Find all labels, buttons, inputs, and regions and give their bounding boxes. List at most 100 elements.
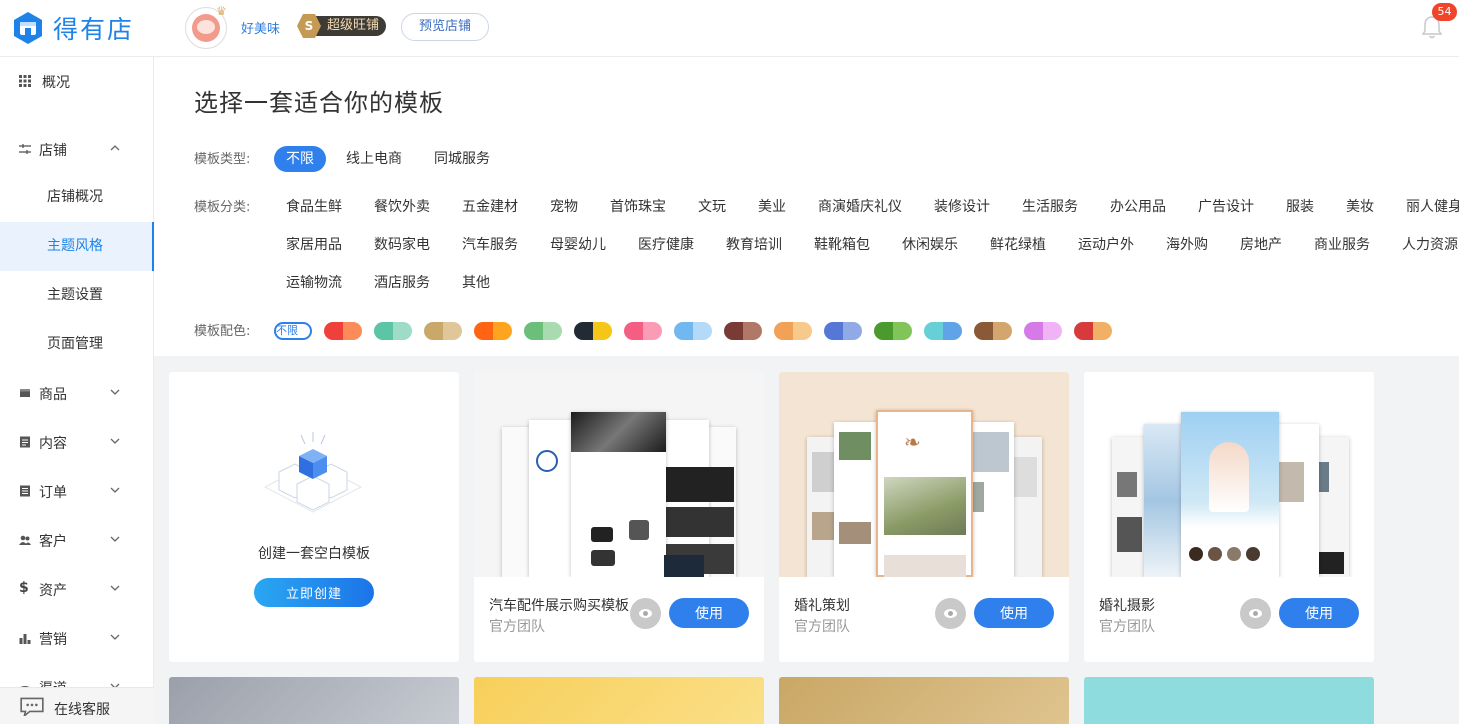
category-chip[interactable]: 商演婚庆礼仪 xyxy=(818,196,902,216)
color-filter-label: 模板配色: xyxy=(194,324,251,339)
sidebar-item-assets[interactable]: $ 资产 xyxy=(0,565,154,614)
sidebar-item-label: 店铺 xyxy=(39,142,67,159)
color-swatch[interactable] xyxy=(624,322,662,340)
category-chip[interactable]: 美妆 xyxy=(1346,196,1374,216)
sidebar-subitem-page-management[interactable]: 页面管理 xyxy=(0,320,154,369)
category-chip[interactable]: 办公用品 xyxy=(1110,196,1166,216)
category-chip[interactable]: 五金建材 xyxy=(462,196,518,216)
color-swatch[interactable] xyxy=(524,322,562,340)
category-chip[interactable]: 汽车服务 xyxy=(462,234,518,254)
template-preview-image[interactable] xyxy=(474,372,764,577)
category-chip[interactable]: 休闲娱乐 xyxy=(902,234,958,254)
category-chip[interactable]: 文玩 xyxy=(698,196,726,216)
grid-icon xyxy=(19,75,31,87)
box-icon xyxy=(20,389,30,397)
category-chip[interactable]: 其他 xyxy=(462,272,490,292)
sidebar: 概况 店铺 店铺概况 主题风格 主题设置 页面管理 商品 内容 订单 客户 $ … xyxy=(0,57,154,724)
type-chip-all[interactable]: 不限 xyxy=(274,146,326,172)
color-swatch[interactable] xyxy=(974,322,1012,340)
shop-level-badge: S 超级旺铺 xyxy=(297,14,387,38)
use-template-button[interactable]: 使用 xyxy=(1279,598,1359,628)
category-chip[interactable]: 装修设计 xyxy=(934,196,990,216)
document-icon xyxy=(20,436,30,448)
template-author: 官方团队 xyxy=(489,619,545,635)
sidebar-item-overview[interactable]: 概况 xyxy=(0,57,154,106)
sidebar-subitem-store-overview[interactable]: 店铺概况 xyxy=(0,173,154,222)
category-chip[interactable]: 丽人健身 xyxy=(1406,196,1459,216)
sidebar-item-label: 营销 xyxy=(39,631,67,648)
category-chip[interactable]: 教育培训 xyxy=(726,234,782,254)
sidebar-item-content[interactable]: 内容 xyxy=(0,418,154,467)
color-swatch[interactable] xyxy=(724,322,762,340)
category-chip[interactable]: 餐饮外卖 xyxy=(374,196,430,216)
category-chip[interactable]: 母婴幼儿 xyxy=(550,234,606,254)
category-chip[interactable]: 医疗健康 xyxy=(638,234,694,254)
category-chip[interactable]: 食品生鲜 xyxy=(286,196,342,216)
sidebar-item-customers[interactable]: 客户 xyxy=(0,516,154,565)
chevron-down-icon xyxy=(110,585,120,591)
category-chip[interactable]: 运输物流 xyxy=(286,272,342,292)
sidebar-subitem-theme-settings[interactable]: 主题设置 xyxy=(0,271,154,320)
category-chip[interactable]: 服装 xyxy=(1286,196,1314,216)
category-chip[interactable]: 美业 xyxy=(758,196,786,216)
use-template-button[interactable]: 使用 xyxy=(974,598,1054,628)
template-card-row2-4[interactable] xyxy=(1084,677,1374,724)
color-swatch[interactable] xyxy=(474,322,512,340)
category-chip[interactable]: 房地产 xyxy=(1240,234,1282,254)
color-swatch[interactable] xyxy=(824,322,862,340)
app-logo[interactable]: 得有店 xyxy=(12,10,134,46)
category-chip[interactable]: 数码家电 xyxy=(374,234,430,254)
color-chip-none[interactable]: 不限 xyxy=(274,322,312,340)
sidebar-item-store[interactable]: 店铺 xyxy=(0,125,154,174)
category-chip[interactable]: 商业服务 xyxy=(1314,234,1370,254)
dollar-icon: $ xyxy=(19,580,29,596)
sidebar-item-marketing[interactable]: 营销 xyxy=(0,614,154,663)
preview-eye-icon[interactable] xyxy=(630,598,661,629)
sidebar-item-goods[interactable]: 商品 xyxy=(0,369,154,418)
template-preview-image[interactable] xyxy=(1084,372,1374,577)
template-card-row2-1[interactable] xyxy=(169,677,459,724)
shop-name[interactable]: 好美味 xyxy=(241,18,280,37)
create-now-button[interactable]: 立即创建 xyxy=(254,578,374,607)
category-chip[interactable]: 酒店服务 xyxy=(374,272,430,292)
crown-icon: ♛ xyxy=(216,4,227,18)
page-title: 选择一套适合你的模板 xyxy=(194,89,444,117)
category-chip[interactable]: 生活服务 xyxy=(1022,196,1078,216)
color-swatch[interactable] xyxy=(674,322,712,340)
color-swatch[interactable] xyxy=(1024,322,1062,340)
template-card-row2-3[interactable] xyxy=(779,677,1069,724)
color-swatch[interactable] xyxy=(1074,322,1112,340)
color-swatch[interactable] xyxy=(874,322,912,340)
color-swatch[interactable] xyxy=(924,322,962,340)
color-swatch[interactable] xyxy=(424,322,462,340)
template-card-wedding-planning: ❧ 婚礼策划 官方团队 使用 xyxy=(779,372,1069,662)
preview-shop-button[interactable]: 预览店铺 xyxy=(401,13,489,41)
color-swatch[interactable] xyxy=(324,322,362,340)
type-chip-local-service[interactable]: 同城服务 xyxy=(422,146,502,172)
category-chip[interactable]: 宠物 xyxy=(550,196,578,216)
category-chip[interactable]: 人力资源 xyxy=(1402,234,1458,254)
shop-avatar[interactable]: ♛ xyxy=(185,4,227,49)
template-card-row2-2[interactable] xyxy=(474,677,764,724)
template-card-wedding-photo: 婚礼摄影 官方团队 使用 xyxy=(1084,372,1374,662)
color-swatch[interactable] xyxy=(774,322,812,340)
category-chip[interactable]: 海外购 xyxy=(1166,234,1208,254)
online-service-button[interactable]: 在线客服 xyxy=(0,687,154,724)
category-chip[interactable]: 鞋靴箱包 xyxy=(814,234,870,254)
color-swatch[interactable] xyxy=(574,322,612,340)
category-chip[interactable]: 家居用品 xyxy=(286,234,342,254)
template-name: 婚礼摄影 xyxy=(1099,598,1155,614)
type-chip-ecommerce[interactable]: 线上电商 xyxy=(334,146,414,172)
sidebar-item-label: 内容 xyxy=(39,435,67,452)
sidebar-subitem-theme-style[interactable]: 主题风格 xyxy=(0,222,154,271)
category-chip[interactable]: 运动户外 xyxy=(1078,234,1134,254)
preview-eye-icon[interactable] xyxy=(935,598,966,629)
category-chip[interactable]: 广告设计 xyxy=(1198,196,1254,216)
category-chip[interactable]: 首饰珠宝 xyxy=(610,196,666,216)
category-chip[interactable]: 鲜花绿植 xyxy=(990,234,1046,254)
template-preview-image[interactable]: ❧ xyxy=(779,372,1069,577)
preview-eye-icon[interactable] xyxy=(1240,598,1271,629)
color-swatch[interactable] xyxy=(374,322,412,340)
sidebar-item-orders[interactable]: 订单 xyxy=(0,467,154,516)
use-template-button[interactable]: 使用 xyxy=(669,598,749,628)
